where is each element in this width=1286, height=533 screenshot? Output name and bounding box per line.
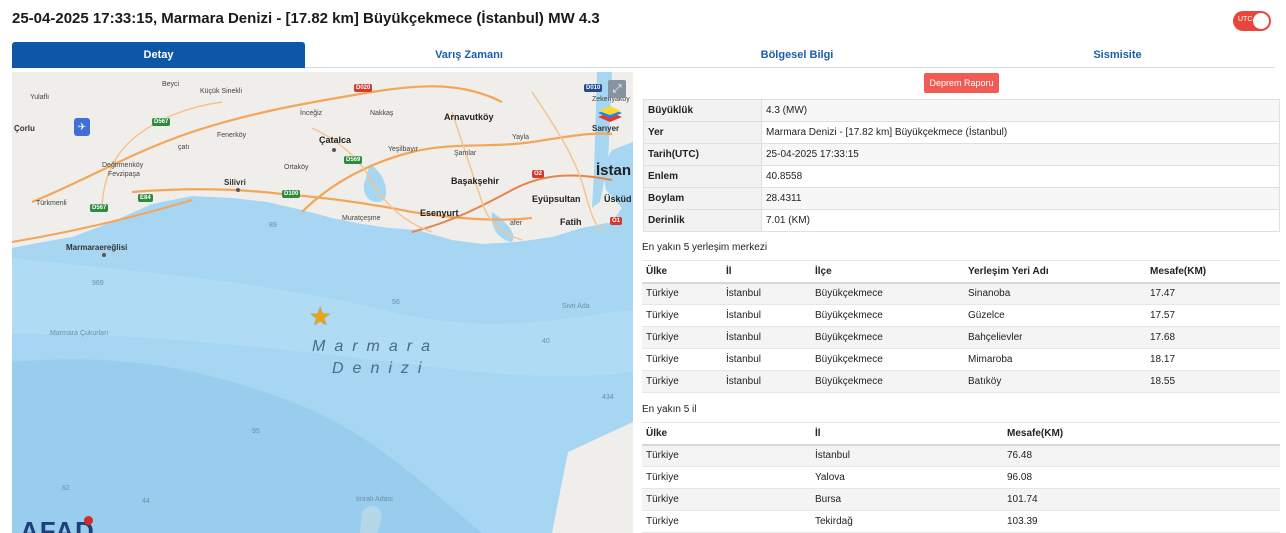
table-row: Derinlik 7.01 (KM)	[643, 209, 1280, 232]
map-label-esenyurt: Esenyurt	[420, 208, 459, 218]
map-label-yayla: Yayla	[512, 134, 529, 141]
road-badge: D100	[282, 190, 301, 198]
expand-icon[interactable]: ⤢	[608, 80, 626, 98]
tab-detay[interactable]: Detay	[12, 42, 305, 68]
map-label-catalca: Çatalca	[319, 135, 352, 145]
tab-varis-zamani[interactable]: Varış Zamanı	[305, 42, 633, 68]
map-label-marmara-cukurlari: Marmara Çukurları	[50, 330, 109, 337]
map-label-nakkas: Nakkaş	[370, 110, 394, 117]
map-label-degirmenkoy: Değirmenköy	[102, 162, 144, 169]
table-row: Türkiye İstanbul Büyükçekmece Sinanoba 17.47	[642, 282, 1280, 305]
map-label-marmaraereglisi: Marmaraereğlisi	[66, 243, 128, 252]
table-row: Yer Marmara Denizi - [17.82 km] Büyükçekm…	[643, 121, 1280, 144]
plane-icon: ✈	[74, 118, 90, 136]
map-label-cati: çatı	[178, 144, 190, 151]
toggle-knob	[1253, 13, 1269, 29]
road-badge: D567	[90, 204, 109, 212]
table-row: Türkiye İstanbul Büyükçekmece Batıköy 18.55	[642, 370, 1280, 393]
map-label-fatih: Fatih	[560, 217, 582, 227]
map-label-muratcesme: Muratçeşme	[342, 215, 381, 222]
map-label-samlar: Şamlar	[454, 150, 477, 157]
table-row: Türkiye İstanbul 76.48	[642, 444, 1280, 467]
depth-label: 56	[392, 299, 400, 306]
provinces-table: Ülke İl Mesafe(KM) Türkiye İstanbul 76.48 …	[642, 422, 1280, 533]
depth-label: 89	[269, 222, 277, 229]
map-label-arnavutkoy: Arnavutköy	[444, 112, 494, 122]
depth-label: 62	[62, 485, 70, 492]
map-label-incegiz: İnceğiz	[300, 110, 323, 117]
map-label-fevzipasa: Fevzipaşa	[108, 171, 140, 178]
table-row: Boylam 28.4311	[643, 187, 1280, 210]
map-label-beyci: Beyci	[162, 81, 180, 88]
utc-toggle-label: UTC	[1238, 16, 1253, 23]
settlements-title: En yakın 5 yerleşim merkezi	[642, 242, 768, 253]
map-label-imrali-adasi: İmralı Adası	[356, 496, 393, 503]
settlements-table: Ülke İl İlçe Yerleşim Yeri Adı Mesafe(KM…	[642, 260, 1280, 393]
tab-bolgesel-bilgi[interactable]: Bölgesel Bilgi	[633, 42, 961, 68]
map-label-corlu: Çorlu	[14, 124, 35, 133]
road-badge: O2	[532, 170, 545, 178]
map-label-uskudar: Üsküd	[604, 194, 632, 204]
earthquake-details-table: Büyüklük 4.3 (MW) Yer Marmara Denizi - [17…	[643, 99, 1280, 232]
table-row: Türkiye İstanbul Büyükçekmece Güzelce 17.57	[642, 304, 1280, 327]
provinces-title: En yakın 5 il	[642, 404, 697, 415]
table-row: Türkiye İstanbul Büyükçekmece Bahçelievler 1…	[642, 326, 1280, 349]
page-title: 25-04-2025 17:33:15, Marmara Denizi - [1…	[12, 10, 600, 27]
map-label-turkmenli: Türkmenli	[36, 200, 67, 207]
table-row: Türkiye Yalova 96.08	[642, 466, 1280, 489]
depth-label: 44	[142, 498, 150, 505]
star-icon[interactable]: ★	[309, 305, 331, 330]
map-label-kucuk-sinekli: Küçük Sinekli	[200, 88, 243, 95]
sea-label-line1: Marmara	[312, 338, 440, 355]
map-label-basaksehir: Başakşehir	[451, 176, 500, 186]
table-row: Büyüklük 4.3 (MW)	[643, 99, 1280, 122]
map-label-silivri: Silivri	[224, 178, 246, 187]
road-badge: D569	[344, 156, 363, 164]
map-label-fenerkoy: Fenerköy	[217, 132, 247, 139]
table-header-row: Ülke İl İlçe Yerleşim Yeri Adı Mesafe(KM…	[642, 260, 1280, 284]
map-label-yulafli: Yulaflı	[30, 94, 50, 101]
map-label-istanbul: İstan	[596, 162, 632, 179]
earthquake-map[interactable]: Yulaflı Çorlu Beyci Küçük Sinekli Fenerk…	[12, 72, 633, 533]
tab-sismisite[interactable]: Sismisite	[961, 42, 1274, 68]
table-row: Türkiye Tekirdağ 103.39	[642, 510, 1280, 533]
deprem-raporu-button[interactable]: Deprem Raporu	[924, 73, 999, 93]
map-label-afer: afer	[510, 220, 523, 227]
road-badge: D010	[584, 84, 603, 92]
road-badge: O1	[610, 217, 623, 225]
map-label-ortakoy: Ortaköy	[284, 164, 309, 171]
road-badge: D020	[354, 84, 373, 92]
tab-bar: Detay Varış Zamanı Bölgesel Bilgi Sismis…	[12, 42, 1274, 68]
map-label-sivri-ada: Sivri Ada	[562, 303, 590, 310]
table-header-row: Ülke İl Mesafe(KM)	[642, 422, 1280, 446]
depth-label: 969	[92, 280, 104, 287]
sea-label-line2: Denizi	[332, 360, 431, 377]
map-label-eyupsultan: Eyüpsultan	[532, 194, 581, 204]
table-row: Türkiye İstanbul Büyükçekmece Mimaroba 18.17	[642, 348, 1280, 371]
map-label-yesilbayir: Yeşilbayır	[388, 146, 419, 153]
logo-dot	[84, 516, 93, 525]
table-row: Enlem 40.8558	[643, 165, 1280, 188]
table-row: Türkiye Bursa 101.74	[642, 488, 1280, 511]
road-badge: E84	[138, 194, 153, 202]
depth-label: 95	[252, 428, 260, 435]
utc-toggle[interactable]: UTC	[1233, 11, 1271, 31]
road-badge: D567	[152, 118, 171, 126]
depth-label: 434	[602, 394, 614, 401]
depth-label: 40	[542, 338, 550, 345]
table-row: Tarih(UTC) 25-04-2025 17:33:15	[643, 143, 1280, 166]
layers-icon[interactable]	[596, 106, 624, 132]
